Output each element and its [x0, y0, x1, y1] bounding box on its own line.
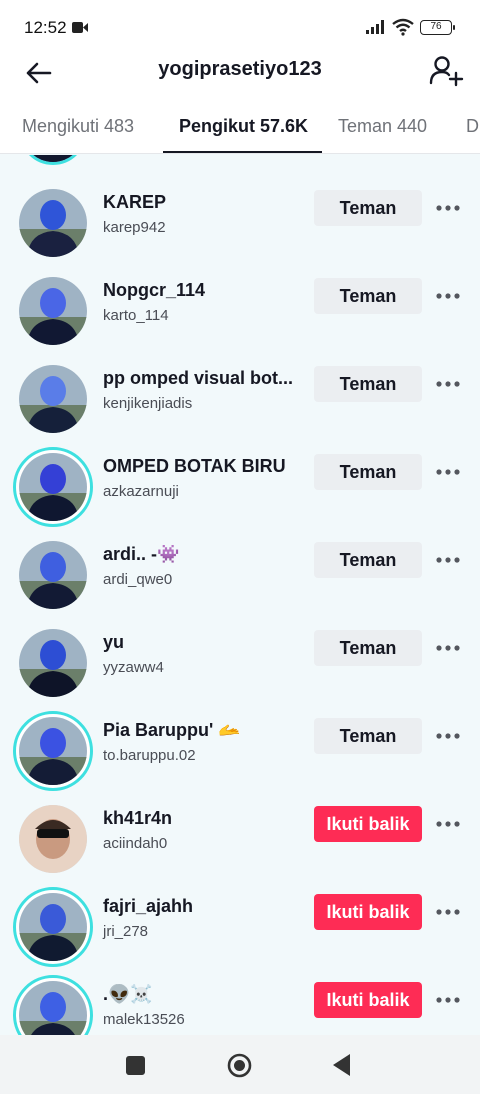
- home-icon[interactable]: [227, 1053, 252, 1078]
- follower-row[interactable]: kh41r4n aciindah0 Ikuti balik: [0, 805, 480, 893]
- display-name[interactable]: OMPED BOTAK BIRU: [103, 456, 286, 477]
- avatar[interactable]: [13, 887, 93, 967]
- more-icon[interactable]: [434, 374, 462, 394]
- follower-row[interactable]: ardi.. -👾 ardi_qwe0 Teman: [0, 541, 480, 629]
- tab-partial[interactable]: Di: [466, 116, 480, 137]
- display-name[interactable]: Pia Baruppu' 🫴: [103, 720, 241, 741]
- more-icon[interactable]: [434, 902, 462, 922]
- follower-row[interactable]: pp omped visual bot... kenjikenjiadis Tema…: [0, 365, 480, 453]
- username[interactable]: malek13526: [103, 1011, 185, 1028]
- display-name[interactable]: Nopgcr_114: [103, 280, 205, 301]
- follower-row[interactable]: fajri_ajahh jri_278 Ikuti balik: [0, 887, 480, 981]
- avatar[interactable]: [19, 277, 87, 345]
- more-icon[interactable]: [434, 990, 462, 1010]
- username[interactable]: jri_278: [103, 923, 148, 940]
- username[interactable]: ardi_qwe0: [103, 571, 172, 588]
- username[interactable]: karep942: [103, 219, 166, 236]
- tab-friends[interactable]: Teman 440: [338, 116, 427, 137]
- avatar[interactable]: [13, 711, 93, 791]
- avatar[interactable]: [19, 365, 87, 433]
- display-name[interactable]: yu: [103, 632, 124, 653]
- page-title: yogiprasetiyo123: [158, 58, 322, 80]
- wifi-icon: [392, 18, 414, 36]
- friends-button[interactable]: Teman: [314, 542, 422, 578]
- system-nav-bar: [0, 1035, 480, 1094]
- more-icon[interactable]: [434, 638, 462, 658]
- follower-row[interactable]: Nopgcr_114 karto_114 Teman: [0, 277, 480, 365]
- friends-button[interactable]: Teman: [314, 190, 422, 226]
- signal-icon: [366, 20, 384, 34]
- username[interactable]: kenjikenjiadis: [103, 395, 192, 412]
- username[interactable]: azkazarnuji: [103, 483, 179, 500]
- status-time: 12:52: [24, 18, 67, 37]
- battery-icon: 76: [420, 20, 455, 35]
- username[interactable]: karto_114: [103, 307, 169, 324]
- avatar[interactable]: [19, 629, 87, 697]
- follow-back-button[interactable]: Ikuti balik: [314, 894, 422, 930]
- friends-button[interactable]: Teman: [314, 718, 422, 754]
- follower-row[interactable]: .👽☠️ malek13526 Ikuti balik: [0, 975, 480, 1035]
- display-name[interactable]: ardi.. -👾: [103, 544, 179, 565]
- tab-following[interactable]: Mengikuti 483: [22, 116, 134, 137]
- camera-icon: [72, 22, 88, 33]
- username[interactable]: to.baruppu.02: [103, 747, 196, 764]
- username[interactable]: aciindah0: [103, 835, 167, 852]
- display-name[interactable]: fajri_ajahh: [103, 896, 193, 917]
- recent-apps-icon[interactable]: [126, 1056, 145, 1075]
- username[interactable]: yyzaww4: [103, 659, 164, 676]
- partial-avatar: [19, 155, 87, 165]
- header: yogiprasetiyo123: [0, 52, 480, 104]
- display-name[interactable]: kh41r4n: [103, 808, 172, 829]
- avatar[interactable]: [13, 975, 93, 1035]
- more-icon[interactable]: [434, 198, 462, 218]
- more-icon[interactable]: [434, 726, 462, 746]
- follower-row[interactable]: OMPED BOTAK BIRU azkazarnuji Teman: [0, 447, 480, 541]
- follower-row[interactable]: yu yyzaww4 Teman: [0, 629, 480, 717]
- friends-button[interactable]: Teman: [314, 366, 422, 402]
- avatar[interactable]: [19, 805, 87, 873]
- avatar[interactable]: [19, 541, 87, 609]
- display-name[interactable]: .👽☠️: [103, 984, 153, 1005]
- friends-button[interactable]: Teman: [314, 454, 422, 490]
- follower-row[interactable]: KAREP karep942 Teman: [0, 189, 480, 277]
- display-name[interactable]: KAREP: [103, 192, 166, 213]
- add-user-icon[interactable]: [428, 53, 464, 89]
- follower-row[interactable]: Pia Baruppu' 🫴 to.baruppu.02 Teman: [0, 711, 480, 805]
- more-icon[interactable]: [434, 814, 462, 834]
- avatar[interactable]: [13, 447, 93, 527]
- status-bar: 12:52 76: [0, 0, 480, 52]
- more-icon[interactable]: [434, 462, 462, 482]
- display-name[interactable]: pp omped visual bot...: [103, 368, 293, 389]
- friends-button[interactable]: Teman: [314, 278, 422, 314]
- more-icon[interactable]: [434, 550, 462, 570]
- follower-list[interactable]: KAREP karep942 Teman Nopgcr_114 karto_114 Tem…: [0, 155, 480, 1035]
- friends-button[interactable]: Teman: [314, 630, 422, 666]
- nav-back-icon[interactable]: [333, 1054, 351, 1076]
- follow-back-button[interactable]: Ikuti balik: [314, 806, 422, 842]
- tab-followers[interactable]: Pengikut 57.6K: [179, 116, 308, 137]
- follow-back-button[interactable]: Ikuti balik: [314, 982, 422, 1018]
- avatar[interactable]: [19, 189, 87, 257]
- active-tab-indicator: [163, 151, 322, 153]
- tab-bar: Mengikuti 483 Pengikut 57.6K Teman 440 D…: [0, 104, 480, 154]
- more-icon[interactable]: [434, 286, 462, 306]
